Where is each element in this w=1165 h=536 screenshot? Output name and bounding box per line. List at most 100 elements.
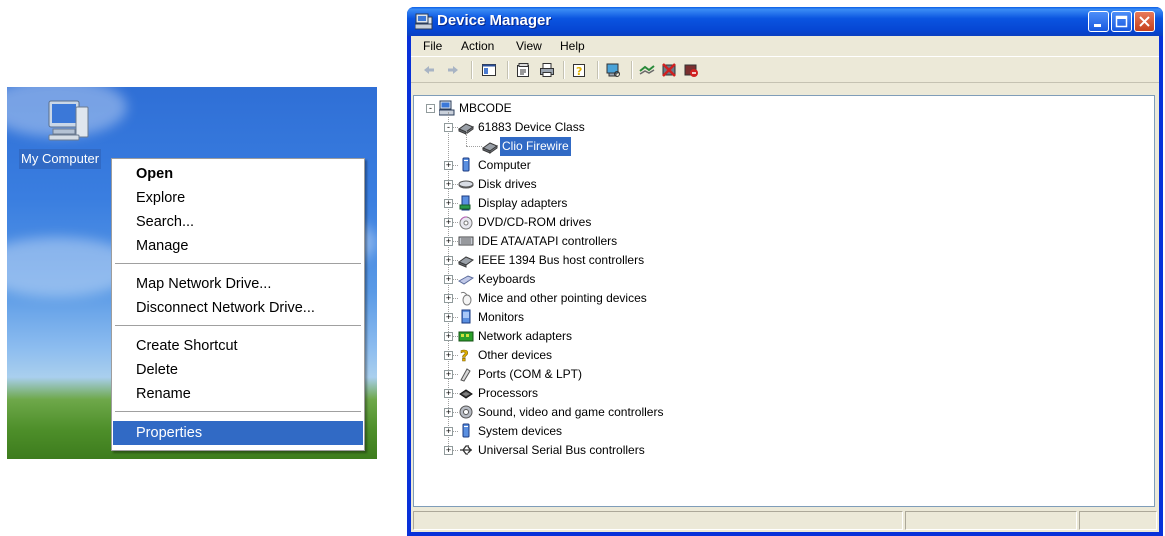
menu-item-explore[interactable]: Explore [113, 186, 363, 210]
maximize-icon [1115, 15, 1128, 28]
close-button[interactable] [1134, 11, 1155, 32]
expand-toggle[interactable]: + [444, 408, 453, 417]
menu-item-open[interactable]: Open [113, 162, 363, 186]
tree-item-label: Disk drives [478, 177, 537, 191]
expand-toggle[interactable]: + [444, 427, 453, 436]
tree-item-ide-ata-atapi-controllers[interactable]: + IDE ATA/ATAPI controllers [414, 232, 1114, 251]
expand-toggle[interactable]: + [444, 332, 453, 341]
tree-item-label: Clio Firewire [500, 137, 571, 156]
console-tree-icon[interactable] [481, 62, 497, 78]
menu-bar: File Action View Help [411, 36, 1159, 56]
collapse-toggle[interactable]: - [426, 104, 435, 113]
help-icon[interactable]: ? [571, 62, 587, 78]
tree-item-label: Other devices [478, 348, 553, 362]
minimize-button[interactable] [1088, 11, 1109, 32]
expand-toggle[interactable]: + [444, 199, 453, 208]
back-icon[interactable] [421, 62, 437, 78]
tree-item-label: IEEE 1394 Bus host controllers [478, 253, 645, 267]
menu-separator [115, 325, 361, 326]
forward-icon[interactable] [445, 62, 461, 78]
expand-toggle[interactable]: + [444, 389, 453, 398]
menu-file[interactable]: File [423, 39, 442, 53]
expand-toggle[interactable]: + [444, 237, 453, 246]
tree-root[interactable]: - MBCODE [414, 99, 1114, 118]
expand-toggle[interactable]: + [444, 446, 453, 455]
close-icon [1139, 16, 1150, 27]
tree-item-sound-video-and-game-controllers[interactable]: + Sound, video and game controllers [414, 403, 1114, 422]
toolbar-separator [563, 61, 565, 79]
expand-toggle[interactable]: + [444, 161, 453, 170]
toolbar: ? [411, 56, 1159, 83]
tree-item-label: Mice and other pointing devices [478, 291, 647, 305]
tree-item-label: Sound, video and game controllers [478, 405, 664, 419]
menu-separator [115, 263, 361, 264]
system-device-icon [462, 423, 470, 438]
keyboard-icon [458, 275, 474, 285]
tree-item-processors[interactable]: + Processors [414, 384, 1114, 403]
expand-toggle[interactable]: + [444, 275, 453, 284]
menu-item-manage[interactable]: Manage [113, 234, 363, 258]
update-driver-icon[interactable] [639, 62, 655, 78]
tree-item-monitors[interactable]: + Monitors [414, 308, 1114, 327]
expand-toggle[interactable]: + [444, 313, 453, 322]
my-computer-icon[interactable] [43, 97, 93, 143]
collapse-toggle[interactable]: - [444, 123, 453, 132]
menu-item-rename[interactable]: Rename [113, 382, 363, 406]
toolbar-separator [507, 61, 509, 79]
processor-icon [459, 389, 473, 399]
tree-item-ieee-1394-bus-host-controllers[interactable]: + IEEE 1394 Bus host controllers [414, 251, 1114, 270]
menu-item-delete[interactable]: Delete [113, 358, 363, 382]
tree-item-keyboards[interactable]: + Keyboards [414, 270, 1114, 289]
tree-item-display-adapters[interactable]: + Display adapters [414, 194, 1114, 213]
toolbar-separator [631, 61, 633, 79]
print-icon[interactable] [539, 62, 555, 78]
tree-item-other-devices[interactable]: +? Other devices [414, 346, 1114, 365]
tree-item-universal-serial-bus-controllers[interactable]: + Universal Serial Bus controllers [414, 441, 1114, 460]
menu-item-create-shortcut[interactable]: Create Shortcut [113, 334, 363, 358]
tree-item-label: MBCODE [459, 101, 512, 115]
mouse-icon [460, 291, 472, 306]
tree-item-disk-drives[interactable]: + Disk drives [414, 175, 1114, 194]
expand-toggle[interactable]: + [444, 351, 453, 360]
tree-item-label: Computer [478, 158, 531, 172]
tree-item-mice-and-other-pointing-devices[interactable]: + Mice and other pointing devices [414, 289, 1114, 308]
cdrom-icon [459, 216, 473, 230]
my-computer-label[interactable]: My Computer [19, 149, 102, 169]
menu-item-disconnect-network-drive[interactable]: Disconnect Network Drive... [113, 296, 363, 320]
expand-toggle[interactable]: + [444, 256, 453, 265]
tree-item-ports-com-lpt[interactable]: + Ports (COM & LPT) [414, 365, 1114, 384]
ide-controller-icon [458, 236, 474, 246]
ieee1394-icon [458, 256, 474, 268]
menu-item-map-network-drive[interactable]: Map Network Drive... [113, 272, 363, 296]
device-tree[interactable]: - MBCODE -61883 Device Class Clio Firewire +… [413, 95, 1155, 507]
tree-item-label: Monitors [478, 310, 525, 324]
tree-item-label: Network adapters [478, 329, 573, 343]
maximize-button[interactable] [1111, 11, 1132, 32]
menu-separator [115, 411, 361, 412]
expand-toggle[interactable]: + [444, 370, 453, 379]
usb-icon [460, 445, 472, 455]
expand-toggle[interactable]: + [444, 218, 453, 227]
expand-toggle[interactable]: + [444, 180, 453, 189]
menu-help[interactable]: Help [560, 39, 585, 53]
disable-icon[interactable] [683, 62, 699, 78]
tree-item-computer[interactable]: + Computer [414, 156, 1114, 175]
menu-view[interactable]: View [516, 39, 542, 53]
title-bar[interactable]: Device Manager [407, 7, 1163, 36]
tree-item-label: Keyboards [478, 272, 536, 286]
properties-icon[interactable] [515, 62, 531, 78]
tree-item-dvd-cd-rom-drives[interactable]: + DVD/CD-ROM drives [414, 213, 1114, 232]
uninstall-icon[interactable] [661, 62, 677, 78]
tree-item-network-adapters[interactable]: + Network adapters [414, 327, 1114, 346]
menu-action[interactable]: Action [461, 39, 494, 53]
device-manager-window: Device Manager File Action View Help ? -… [407, 7, 1163, 536]
tree-item-61883-device-class[interactable]: - 61883 Device Class [414, 118, 1114, 137]
tree-item-system-devices[interactable]: + System devices [414, 422, 1114, 441]
menu-item-search[interactable]: Search... [113, 210, 363, 234]
tree-item-clio-firewire[interactable]: Clio Firewire [414, 137, 1114, 156]
port-icon [460, 368, 471, 382]
scan-hardware-icon[interactable] [605, 62, 621, 78]
tree-item-label: System devices [478, 424, 563, 438]
menu-item-properties[interactable]: Properties [113, 421, 363, 445]
expand-toggle[interactable]: + [444, 294, 453, 303]
